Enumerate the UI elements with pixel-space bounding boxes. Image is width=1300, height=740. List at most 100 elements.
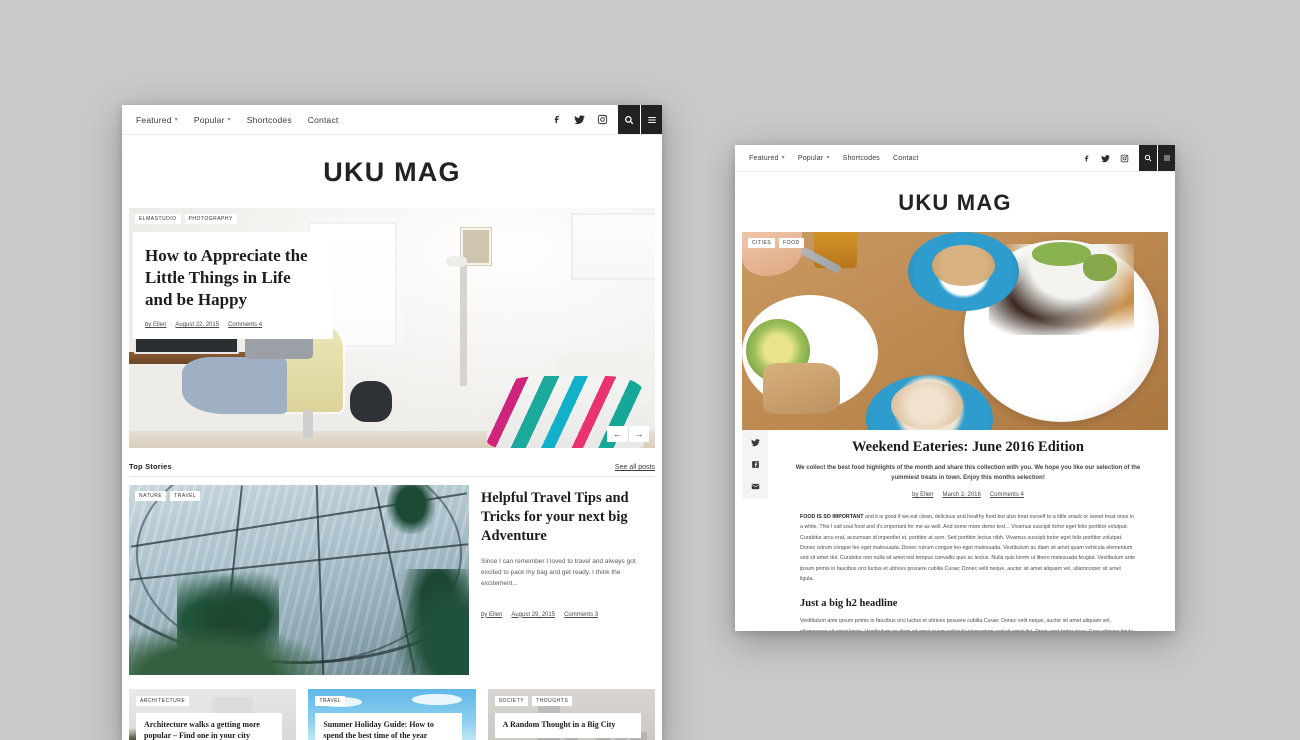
menu-button[interactable] (1157, 145, 1175, 171)
card-category-tags[interactable]: ARCHITECTURE (136, 696, 190, 706)
story-title[interactable]: Helpful Travel Tips and Tricks for your … (481, 489, 655, 546)
story-body: Helpful Travel Tips and Tricks for your … (481, 485, 655, 675)
search-button[interactable] (618, 105, 640, 134)
nav-item-popular[interactable]: Popular ▾ (798, 155, 830, 162)
facebook-icon[interactable] (551, 114, 562, 125)
instagram-icon[interactable] (597, 114, 608, 125)
twitter-icon[interactable] (574, 114, 585, 125)
comments-count[interactable]: Comments 3 (564, 612, 598, 618)
category-tag[interactable]: PHOTOGRAPHY (184, 214, 237, 224)
hero-category-tags[interactable]: ELMASTUDIO PHOTOGRAPHY (135, 214, 237, 224)
nav-item-popular[interactable]: Popular ▾ (194, 115, 231, 125)
twitter-icon[interactable] (1101, 154, 1110, 163)
hero-slider[interactable]: ELMASTUDIO PHOTOGRAPHY How to Appreciate… (129, 208, 655, 448)
nav-item-shortcodes[interactable]: Shortcodes (843, 155, 880, 162)
chevron-down-icon: ▾ (781, 155, 785, 161)
see-all-posts-link[interactable]: See all posts (615, 464, 655, 471)
article-meta: by Ellen March 2, 2016 Comments 4 (774, 492, 1162, 498)
instagram-icon[interactable] (1120, 154, 1129, 163)
category-tag[interactable]: FOOD (779, 238, 804, 248)
comments-count[interactable]: Comments 4 (228, 322, 262, 328)
site-header-right: Featured ▾ Popular ▾ Shortcodes Contact (735, 145, 1175, 172)
chevron-down-icon: ▾ (826, 155, 830, 161)
article-subtitle: We collect the best food highlights of t… (795, 465, 1141, 482)
search-icon (1144, 154, 1152, 162)
nav-item-featured[interactable]: Featured ▾ (136, 115, 178, 125)
article-paragraph-1: FOOD IS SO IMPORTANT and it is good if w… (800, 512, 1136, 584)
facebook-icon[interactable] (751, 460, 760, 469)
article-category-tags[interactable]: CITIES FOOD (748, 238, 804, 248)
main-nav-right[interactable]: Featured ▾ Popular ▾ Shortcodes Contact (749, 155, 1082, 162)
menu-button[interactable] (640, 105, 662, 134)
author[interactable]: by Ellen (912, 492, 933, 498)
section-title: Top Stories (129, 462, 172, 471)
date[interactable]: August 22, 2015 (175, 322, 219, 328)
hamburger-menu-icon (1163, 155, 1170, 161)
author[interactable]: by Ellen (481, 612, 502, 618)
article-card[interactable]: TRAVEL Summer Holiday Guide: How to spen… (308, 689, 476, 740)
author[interactable]: by Ellen (145, 322, 166, 328)
browser-window-right[interactable]: Featured ▾ Popular ▾ Shortcodes Contact (735, 145, 1175, 631)
card-grid: ARCHITECTURE Architecture walks a gettin… (129, 689, 655, 740)
main-nav-left[interactable]: Featured ▾ Popular ▾ Shortcodes Contact (136, 115, 551, 125)
article-card[interactable]: ARCHITECTURE Architecture walks a gettin… (129, 689, 297, 740)
header-buttons-right[interactable] (1139, 145, 1175, 171)
nav-label: Featured (136, 114, 172, 125)
card-category-tags[interactable]: SOCIETY THOUGHTS (494, 696, 573, 706)
comments-count[interactable]: Comments 4 (990, 492, 1024, 498)
category-tag[interactable]: TRAVEL (170, 491, 201, 501)
social-links-right[interactable] (1082, 154, 1129, 163)
article-lead: FOOD IS SO IMPORTANT (800, 513, 864, 520)
card-title[interactable]: Architecture walks a getting more popula… (136, 713, 283, 740)
chevron-down-icon: ▾ (174, 116, 178, 123)
article-h2: Just a big h2 headline (800, 598, 898, 610)
hero-article-card[interactable]: How to Appreciate the Little Things in L… (133, 232, 333, 340)
nav-label: Popular (193, 114, 225, 125)
category-tag[interactable]: ARCHITECTURE (136, 696, 190, 706)
date[interactable]: August 29, 2015 (511, 612, 555, 618)
story-meta: by Ellen August 29, 2015 Comments 3 (481, 612, 655, 618)
story-category-tags[interactable]: NATURE TRAVEL (135, 491, 201, 501)
nav-item-contact[interactable]: Contact (308, 115, 339, 125)
hero-title[interactable]: How to Appreciate the Little Things in L… (145, 245, 321, 310)
nav-label: Popular (797, 154, 824, 162)
category-tag[interactable]: NATURE (135, 491, 167, 501)
browser-window-left[interactable]: Featured ▾ Popular ▾ Shortcodes Contact (122, 105, 662, 740)
story-image[interactable]: NATURE TRAVEL (129, 485, 469, 675)
social-links-left[interactable] (551, 114, 608, 125)
header-buttons-left[interactable] (618, 105, 662, 134)
article-title: Weekend Eateries: June 2016 Edition (851, 439, 1084, 455)
category-tag[interactable]: TRAVEL (315, 696, 346, 706)
card-category-tags[interactable]: TRAVEL (315, 696, 346, 706)
nav-item-shortcodes[interactable]: Shortcodes (247, 115, 292, 125)
search-button[interactable] (1139, 145, 1157, 171)
category-tag[interactable]: ELMASTUDIO (135, 214, 181, 224)
nav-item-contact[interactable]: Contact (893, 155, 919, 162)
card-title[interactable]: A Random Thought in a Big City (494, 713, 641, 738)
category-tag[interactable]: SOCIETY (494, 696, 529, 706)
prev-slide-button[interactable]: ← (607, 426, 628, 442)
story-item[interactable]: NATURE TRAVEL Helpful Travel Tips and Tr… (129, 485, 655, 675)
share-sidebar[interactable] (742, 430, 768, 499)
site-logo[interactable]: UKU MAG (735, 190, 1175, 216)
card-title[interactable]: Summer Holiday Guide: How to spend the b… (315, 713, 462, 740)
site-logo-wrap-right: UKU MAG (735, 172, 1175, 232)
site-logo[interactable]: UKU MAG (122, 157, 662, 188)
twitter-icon[interactable] (750, 438, 760, 447)
chevron-down-icon: ▾ (227, 116, 231, 123)
article-card[interactable]: SOCIETY THOUGHTS A Random Thought in a B… (487, 689, 655, 740)
article-hero-image (742, 232, 1168, 430)
top-stories-header: Top Stories See all posts (129, 462, 655, 477)
nav-item-featured[interactable]: Featured ▾ (749, 155, 785, 162)
next-slide-button[interactable]: → (628, 426, 649, 442)
category-tag[interactable]: CITIES (748, 238, 776, 248)
article-main: Weekend Eateries: June 2016 Edition We c… (768, 430, 1168, 631)
category-tag[interactable]: THOUGHTS (532, 696, 573, 706)
site-logo-wrap-left: UKU MAG (122, 135, 662, 208)
facebook-icon[interactable] (1082, 154, 1091, 163)
date[interactable]: March 2, 2016 (942, 492, 980, 498)
search-icon (625, 115, 634, 124)
nav-label: Featured (749, 154, 779, 162)
email-icon[interactable] (751, 482, 760, 491)
slider-arrows[interactable]: ← → (607, 426, 649, 442)
